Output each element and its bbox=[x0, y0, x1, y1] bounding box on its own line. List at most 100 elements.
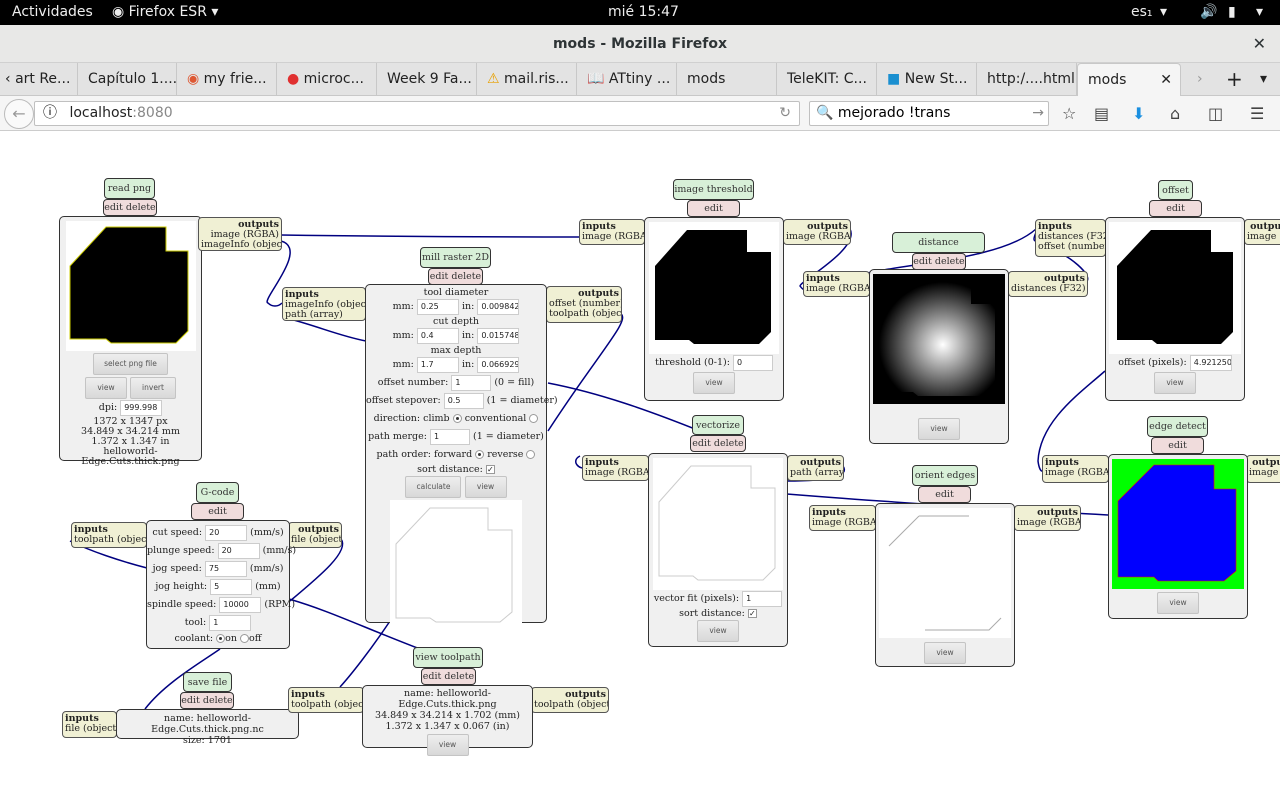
tab[interactable]: ■ New St... bbox=[877, 63, 977, 96]
search-bar[interactable]: 🔍 mejorado !trans → bbox=[809, 101, 1049, 126]
edit-delete-button[interactable]: edit delete bbox=[428, 268, 483, 285]
tab-active[interactable]: mods ✕ bbox=[1077, 63, 1181, 96]
outputs-panel[interactable]: outputs image (RGBA) imageInfo (object) bbox=[198, 217, 282, 251]
cut-speed-input[interactable]: 20 bbox=[205, 524, 248, 541]
cut-depth-in-input[interactable]: 0.015748031 bbox=[477, 327, 520, 344]
inputs-panel[interactable]: inputs toolpath (object) bbox=[288, 687, 364, 713]
plunge-speed-input[interactable]: 20 bbox=[217, 542, 260, 559]
port[interactable]: file (object) bbox=[65, 723, 116, 734]
download-icon[interactable]: ⬇ bbox=[1132, 104, 1145, 123]
module-title-view-toolpath[interactable]: view toolpath bbox=[413, 647, 483, 668]
outputs-panel[interactable]: outputs path (array) bbox=[787, 455, 844, 481]
view-button[interactable]: view bbox=[918, 418, 960, 440]
coolant-off-radio[interactable] bbox=[240, 634, 250, 643]
view-button[interactable]: view bbox=[426, 734, 469, 756]
tab[interactable]: http:/....html bbox=[977, 63, 1077, 96]
outputs-panel[interactable]: outputs toolpath (object) bbox=[531, 687, 609, 713]
search-go-icon[interactable]: → bbox=[1032, 102, 1044, 125]
threshold-input[interactable]: 0 bbox=[732, 354, 773, 371]
edit-delete-button[interactable]: edit delete bbox=[1151, 437, 1204, 466]
outputs-panel[interactable]: outputs offset (number) toolpath (object) bbox=[546, 286, 622, 323]
path-merge-input[interactable]: 1 bbox=[429, 428, 470, 445]
module-title-vectorize[interactable]: vectorize bbox=[692, 415, 744, 435]
forward-radio[interactable] bbox=[475, 450, 485, 459]
module-title-image-threshold[interactable]: image threshold bbox=[673, 179, 754, 200]
inputs-panel[interactable]: inputs image (RGBA) bbox=[809, 505, 876, 531]
keyboard-layout[interactable]: es₁ bbox=[1131, 4, 1153, 20]
max-depth-in-input[interactable]: 0.066929133 bbox=[477, 356, 520, 373]
inputs-panel[interactable]: inputs toolpath (object) bbox=[71, 522, 147, 548]
dpi-input[interactable]: 999.998 bbox=[120, 399, 163, 416]
port[interactable]: imageInfo (object) bbox=[201, 239, 281, 250]
tab[interactable]: Week 9 Fa... bbox=[377, 63, 477, 96]
inputs-panel[interactable]: inputs image (RGBA) bbox=[579, 219, 645, 245]
edit-delete-button[interactable]: edit delete bbox=[912, 253, 966, 270]
tool-diameter-mm-input[interactable]: 0.25 bbox=[416, 298, 459, 315]
max-depth-mm-input[interactable]: 1.7 bbox=[416, 356, 459, 373]
new-tab-icon[interactable]: + bbox=[1226, 63, 1243, 96]
jog-speed-input[interactable]: 75 bbox=[204, 560, 247, 577]
port[interactable]: image (RGBA) bbox=[812, 517, 875, 528]
port[interactable]: distances (F32) bbox=[1011, 283, 1086, 294]
module-title-distance-transform[interactable]: distance transform bbox=[892, 232, 985, 267]
view-button[interactable]: view bbox=[1157, 592, 1199, 614]
port[interactable]: toolpath (object) bbox=[291, 699, 363, 710]
tool-diameter-in-input[interactable]: 0.009842519 bbox=[477, 298, 520, 315]
edit-delete-button[interactable]: edit delete bbox=[918, 486, 971, 515]
home-icon[interactable]: ⌂ bbox=[1170, 104, 1180, 123]
offset-input[interactable]: 4.921250 bbox=[1189, 354, 1232, 371]
volume-icon[interactable]: 🔊 bbox=[1200, 4, 1217, 20]
port[interactable]: path (array) bbox=[790, 467, 843, 478]
cut-depth-mm-input[interactable]: 0.4 bbox=[416, 327, 459, 344]
edit-delete-button[interactable]: edit delete bbox=[687, 200, 740, 229]
tab[interactable]: ⚠ mail.ris... bbox=[477, 63, 577, 96]
climb-radio[interactable] bbox=[452, 414, 462, 423]
port[interactable]: image (RGBA) bbox=[582, 231, 644, 242]
bookmark-star-icon[interactable]: ☆ bbox=[1062, 104, 1076, 123]
inputs-panel[interactable]: inputs distances (F32) offset (number) bbox=[1035, 219, 1106, 257]
port[interactable]: image (RGBA) bbox=[786, 231, 850, 242]
spindle-speed-input[interactable]: 10000 bbox=[219, 596, 262, 613]
module-title-mill-raster-2d[interactable]: mill raster 2D bbox=[420, 247, 491, 268]
tab[interactable]: ‹ art Re... bbox=[0, 63, 78, 96]
scroll-tabs-right-icon[interactable]: › bbox=[1197, 63, 1203, 96]
edit-delete-button[interactable]: edit delete bbox=[421, 668, 476, 685]
module-title-offset[interactable]: offset bbox=[1158, 180, 1193, 200]
view-button[interactable]: view bbox=[84, 377, 127, 399]
tab[interactable]: ◉ my frie... bbox=[177, 63, 277, 96]
inputs-panel[interactable]: inputs image (RGBA) bbox=[1042, 455, 1109, 483]
edit-delete-button[interactable]: edit delete bbox=[1149, 200, 1202, 229]
jog-height-input[interactable]: 5 bbox=[210, 578, 253, 595]
clock[interactable]: mié 15:47 bbox=[608, 4, 679, 20]
port[interactable]: file (object) bbox=[291, 534, 341, 545]
module-title-edge-detect[interactable]: edge detect bbox=[1147, 416, 1208, 437]
calculate-button[interactable]: calculate bbox=[405, 476, 462, 498]
tab[interactable]: ● microc... bbox=[277, 63, 377, 96]
module-title-save-file[interactable]: save file bbox=[183, 672, 232, 692]
view-button[interactable]: view bbox=[924, 642, 966, 664]
inputs-panel[interactable]: inputs image (RGBA) bbox=[803, 271, 870, 297]
port[interactable]: toolpath (object) bbox=[74, 534, 146, 545]
select-png-file-button[interactable]: select png file bbox=[93, 353, 168, 375]
reload-icon[interactable]: ↻ bbox=[779, 102, 791, 125]
outputs-panel[interactable]: outputs distances (F32) bbox=[1008, 271, 1088, 297]
pocket-icon[interactable]: ◫ bbox=[1208, 104, 1223, 123]
close-window-button[interactable]: ✕ bbox=[1253, 25, 1266, 63]
edit-delete-button[interactable]: edit delete bbox=[103, 199, 157, 216]
vector-fit-input[interactable]: 1 bbox=[742, 590, 783, 607]
port[interactable]: image (RGBA) bbox=[585, 467, 648, 478]
tab-list-icon[interactable]: ▾ bbox=[1260, 63, 1267, 96]
tab[interactable]: mods bbox=[677, 63, 777, 96]
search-input[interactable]: mejorado !trans bbox=[838, 105, 951, 121]
url-bar[interactable]: ⓘ localhost:8080 ↻ bbox=[34, 101, 800, 126]
port[interactable]: toolpath (object) bbox=[549, 308, 621, 319]
port[interactable]: offset (number) bbox=[1038, 241, 1105, 252]
tab[interactable]: Capítulo 1.... bbox=[78, 63, 177, 96]
offset-number-input[interactable]: 1 bbox=[451, 374, 492, 391]
coolant-on-radio[interactable] bbox=[216, 634, 226, 643]
sort-distance-checkbox[interactable]: ✓ bbox=[485, 465, 495, 474]
module-title-read-png[interactable]: read png bbox=[104, 178, 155, 199]
module-title-g-code[interactable]: G-code bbox=[196, 482, 239, 503]
edit-delete-button[interactable]: edit delete bbox=[690, 435, 746, 452]
inputs-panel[interactable]: inputs file (object) bbox=[62, 711, 117, 738]
